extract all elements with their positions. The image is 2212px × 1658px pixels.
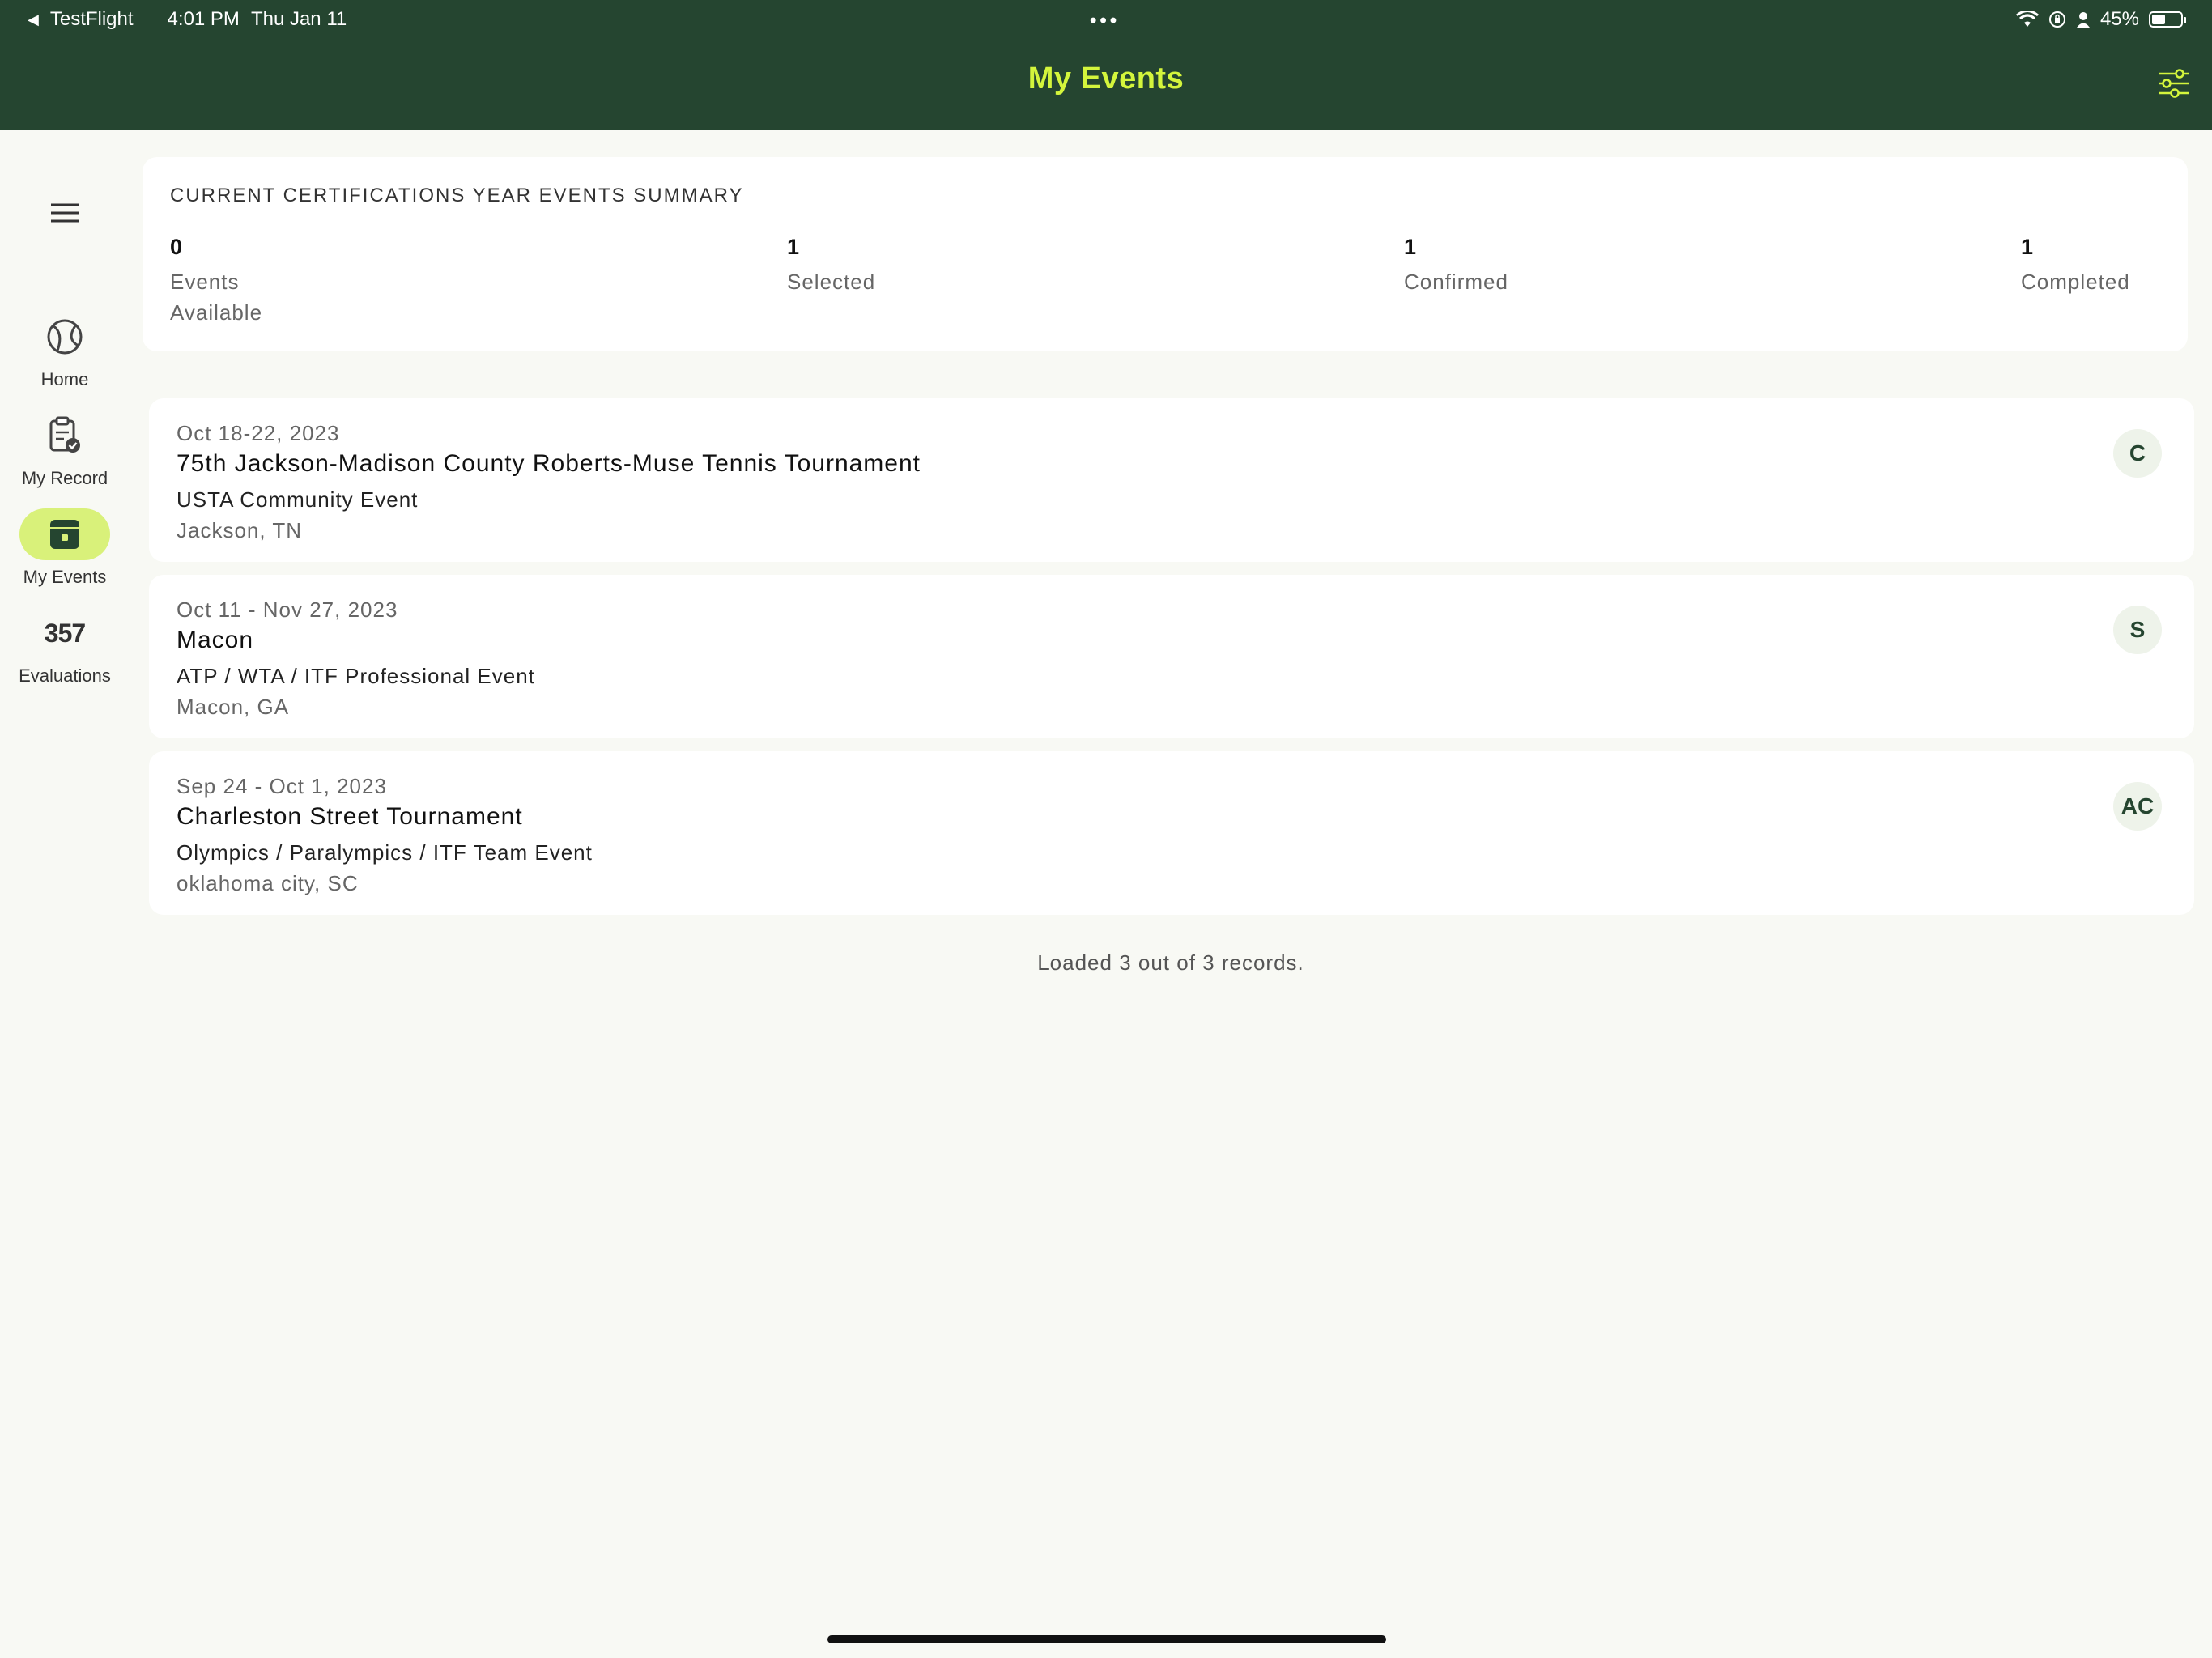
event-status-badge: C	[2113, 429, 2162, 478]
event-date: Oct 11 - Nov 27, 2023	[177, 597, 398, 622]
stat-value: 1	[787, 235, 800, 259]
nav-label-my-record: My Record	[21, 468, 108, 488]
filter-sliders-icon	[2159, 69, 2189, 98]
event-status-badge: AC	[2113, 782, 2162, 831]
event-name: 75th Jackson-Madison County Roberts-Muse…	[177, 450, 921, 477]
tennis-ball-icon	[47, 319, 83, 355]
event-card[interactable]: Sep 24 - Oct 1, 2023 Charleston Street T…	[149, 751, 2194, 915]
status-bar: ◀ TestFlight 4:01 PM Thu Jan 11 ••• 45%	[0, 0, 2212, 39]
stat-label: Completed	[2021, 270, 2130, 294]
home-indicator[interactable]	[827, 1635, 1386, 1643]
clipboard-check-icon	[49, 416, 80, 453]
nav-item-my-events[interactable]: My Events	[0, 508, 130, 588]
status-left: ◀ TestFlight 4:01 PM Thu Jan 11	[28, 8, 347, 31]
nav-label-my-events: My Events	[23, 567, 107, 587]
person-icon	[2076, 12, 2090, 28]
hamburger-icon	[51, 203, 79, 223]
battery-icon	[2149, 11, 2186, 28]
nav-item-home[interactable]: Home	[0, 311, 130, 390]
event-location: Macon, GA	[177, 695, 290, 719]
stat-label: Selected	[787, 270, 876, 294]
stat-completed: 1 Completed	[2021, 235, 2130, 297]
stat-confirmed: 1 Confirmed	[1404, 235, 1508, 297]
navigation-rail: Home My Record My Events 357 Evaluations	[0, 130, 130, 1658]
event-location: oklahoma city, SC	[177, 871, 359, 895]
stat-value: 1	[1404, 235, 1417, 259]
status-right: 45%	[2015, 8, 2186, 31]
menu-button[interactable]	[46, 194, 83, 232]
filter-button[interactable]	[2155, 65, 2193, 102]
event-date: Oct 18-22, 2023	[177, 421, 340, 445]
back-app-label[interactable]: TestFlight	[50, 8, 134, 31]
nav-item-evaluations[interactable]: 357 Evaluations	[0, 607, 130, 687]
records-loaded-text: Loaded 3 out of 3 records.	[1037, 950, 1304, 975]
event-box-icon	[50, 520, 79, 549]
event-card[interactable]: Oct 18-22, 2023 75th Jackson-Madison Cou…	[149, 398, 2194, 562]
event-name: Macon	[177, 627, 254, 653]
stat-label: Events Available	[170, 270, 263, 325]
stat-selected: 1 Selected	[787, 235, 875, 297]
wifi-icon	[2015, 11, 2039, 27]
event-name: Charleston Street Tournament	[177, 803, 523, 830]
stat-value: 0	[170, 235, 183, 259]
event-date: Sep 24 - Oct 1, 2023	[177, 774, 387, 798]
event-location: Jackson, TN	[177, 518, 303, 542]
top-bar: ◀ TestFlight 4:01 PM Thu Jan 11 ••• 45%	[0, 0, 2212, 130]
stat-label: Confirmed	[1404, 270, 1508, 294]
event-type: ATP / WTA / ITF Professional Event	[177, 664, 535, 688]
lock-rotation-icon	[2048, 11, 2065, 28]
event-card[interactable]: Oct 11 - Nov 27, 2023 Macon ATP / WTA / …	[149, 575, 2194, 738]
event-type: USTA Community Event	[177, 487, 419, 512]
events-summary-card: CURRENT CERTIFICATIONS YEAR EVENTS SUMMA…	[143, 157, 2188, 351]
status-time: 4:01 PM	[167, 8, 240, 30]
event-type: Olympics / Paralympics / ITF Team Event	[177, 840, 593, 865]
status-date: Thu Jan 11	[250, 8, 347, 30]
numbers-icon: 357	[44, 618, 86, 648]
nav-label-evaluations: Evaluations	[19, 665, 111, 686]
event-status-badge: S	[2113, 606, 2162, 654]
page-title: My Events	[1027, 62, 1185, 96]
stat-events-available: 0 Events Available	[170, 235, 291, 328]
multitask-dots[interactable]: •••	[1090, 10, 1120, 32]
summary-title: CURRENT CERTIFICATIONS YEAR EVENTS SUMMA…	[170, 185, 744, 206]
battery-percent: 45%	[2099, 8, 2139, 30]
nav-item-my-record[interactable]: My Record	[0, 410, 130, 489]
active-nav-indicator	[19, 508, 110, 560]
nav-label-home: Home	[40, 369, 89, 389]
stat-value: 1	[2021, 235, 2034, 259]
back-arrow-icon[interactable]: ◀	[28, 11, 39, 28]
